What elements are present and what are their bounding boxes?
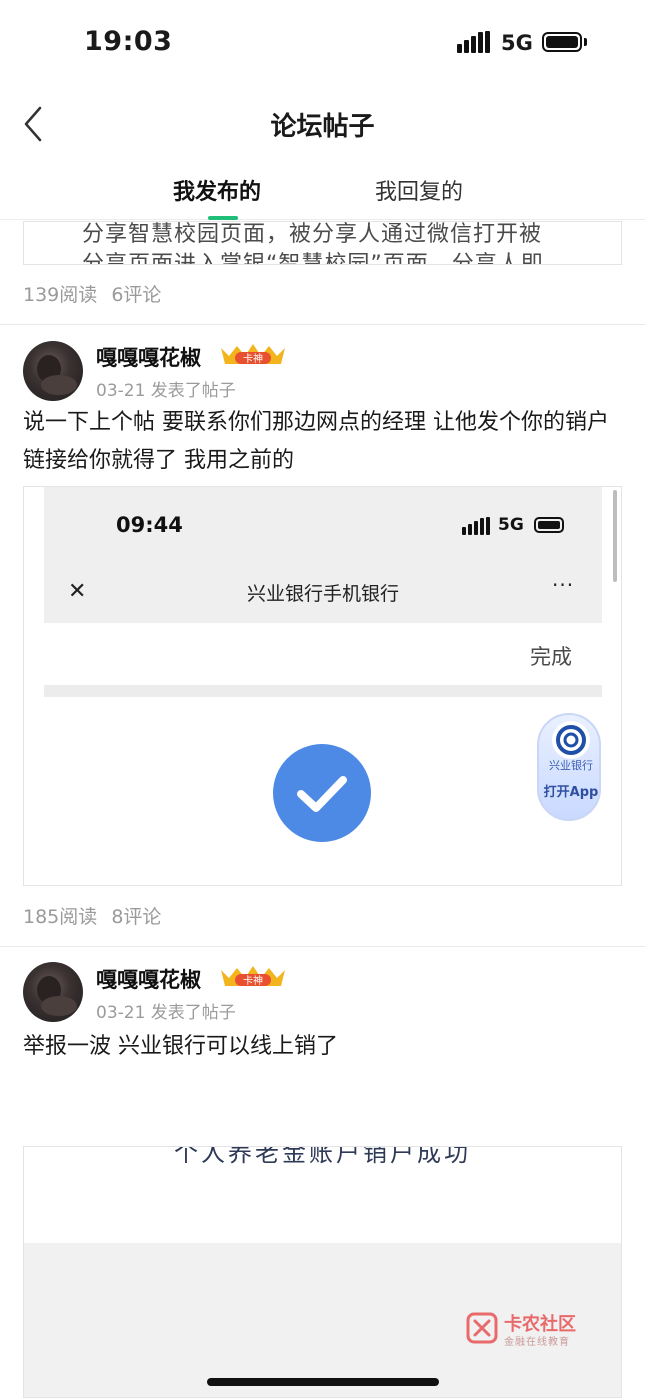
image-strip xyxy=(44,685,602,697)
post-body[interactable]: 说一下上个帖 要联系你们那边网点的经理 让他发个你的销户链接给你就得了 我用之前… xyxy=(23,404,623,480)
post-meta: 03-21 发表了帖子 xyxy=(96,381,236,401)
tab-active-indicator xyxy=(208,216,238,220)
avatar[interactable] xyxy=(23,341,83,401)
battery-cap xyxy=(584,38,587,46)
post-body[interactable]: 举报一波 兴业银行可以线上销了 xyxy=(23,1028,623,1066)
tab-bar: 我发布的 我回复的 xyxy=(0,160,645,220)
status-time: 19:03 xyxy=(84,26,173,57)
badge-label: 卡神 xyxy=(243,352,263,365)
post-image-text: 分享智慧校园页面，被分享人通过微信打开被 xyxy=(82,222,543,247)
post-meta: 03-21 发表了帖子 xyxy=(96,1003,236,1023)
crown-badge-icon: 卡神 xyxy=(221,966,285,987)
image-done-label: 完成 xyxy=(530,645,572,669)
divider xyxy=(0,946,645,947)
bank-logo-icon xyxy=(552,721,590,759)
image-top-bar: 09:44 5G ✕ 兴业银行手机银行 ··· xyxy=(44,487,602,623)
bank-app-button: 兴业银行 打开App xyxy=(537,713,601,821)
crown-badge-icon: 卡神 xyxy=(221,344,285,365)
bank-name: 兴业银行 xyxy=(549,759,593,772)
post-image[interactable]: 分享智慧校园页面，被分享人通过微信打开被 分享页面进入掌银“智慧校园”页面，分享… xyxy=(23,221,622,265)
signal-icon xyxy=(457,31,490,53)
comment-count: 8评论 xyxy=(111,906,162,928)
post-image[interactable]: 09:44 5G ✕ 兴业银行手机银行 ··· 完成 兴业银行 打开App xyxy=(23,486,622,886)
image-title: 兴业银行手机银行 xyxy=(246,583,399,605)
post-image[interactable]: 个人养老金账户销户成功 xyxy=(23,1146,622,1398)
home-indicator xyxy=(207,1378,439,1386)
check-circle-icon xyxy=(273,744,371,842)
badge-label: 卡神 xyxy=(243,974,263,987)
view-count: 139阅读 xyxy=(23,284,98,306)
network-label: 5G xyxy=(501,31,533,55)
status-bar: 19:03 5G xyxy=(0,0,645,90)
post-stats: 185阅读 8评论 xyxy=(23,902,169,929)
scrollbar-thumb xyxy=(613,490,617,582)
image-battery-icon xyxy=(534,517,564,533)
page-title: 论坛帖子 xyxy=(270,112,375,142)
comment-count: 6评论 xyxy=(111,284,162,306)
battery-icon xyxy=(542,32,582,52)
watermark-subtitle: 金融在线教育 xyxy=(504,1337,570,1348)
username[interactable]: 嘎嘎嘎花椒 xyxy=(96,964,201,994)
open-app-label: 打开App xyxy=(543,785,599,800)
nav-bar: 论坛帖子 xyxy=(0,90,645,160)
view-count: 185阅读 xyxy=(23,906,98,928)
username[interactable]: 嘎嘎嘎花椒 xyxy=(96,342,201,372)
more-icon: ··· xyxy=(552,573,575,597)
post-image-text: 个人养老金账户销户成功 xyxy=(174,1146,471,1167)
image-network-label: 5G xyxy=(498,515,524,535)
post-image-text: 分享页面进入掌银“智慧校园”页面，分享人即 xyxy=(82,252,544,265)
image-signal-icon xyxy=(462,517,490,535)
kanong-logo-icon xyxy=(466,1312,498,1344)
divider xyxy=(0,324,645,325)
image-status-time: 09:44 xyxy=(116,513,183,537)
tab-my-posts[interactable]: 我发布的 xyxy=(173,174,261,206)
post-stats: 139阅读 6评论 xyxy=(23,280,169,307)
avatar[interactable] xyxy=(23,962,83,1022)
tab-my-replies[interactable]: 我回复的 xyxy=(375,174,463,206)
